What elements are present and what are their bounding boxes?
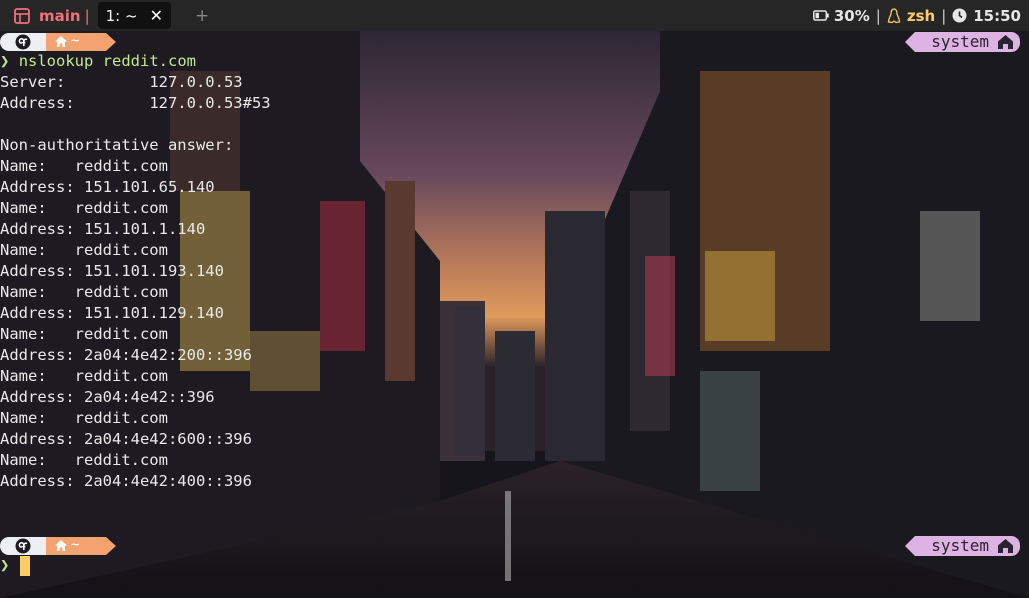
tux-icon — [887, 7, 901, 23]
output-line: Address: 2a04:4e42:200::396 — [0, 346, 252, 364]
output-line: Address: 2a04:4e42:600::396 — [0, 430, 252, 448]
clock-time: 15:50 — [973, 6, 1021, 25]
prompt-chevron: ❯ — [0, 52, 10, 70]
separator: | — [84, 6, 90, 25]
output-line: Address: 2a04:4e42::396 — [0, 388, 215, 406]
dir-segment: ~ — [46, 536, 116, 555]
separator: | — [875, 6, 881, 25]
battery-icon — [812, 10, 829, 21]
output-line: Address: 151.101.129.140 — [0, 304, 224, 322]
output-line: Address: 151.101.1.140 — [0, 220, 206, 238]
output-line: Name: reddit.com — [0, 451, 168, 469]
fedora-icon — [15, 34, 31, 49]
output-line: Address: 2a04:4e42:400::396 — [0, 472, 252, 490]
close-icon[interactable]: ✕ — [150, 6, 163, 25]
output-line: Name: reddit.com — [0, 157, 168, 175]
os-segment — [0, 32, 46, 51]
prompt-bar: ~ system — [0, 31, 1029, 52]
house-icon — [55, 36, 67, 47]
os-segment — [0, 536, 46, 555]
tab-label: 1: ~ — [105, 6, 138, 25]
separator: | — [941, 6, 947, 25]
session-name: main — [39, 6, 81, 25]
dir-label: ~ — [71, 537, 80, 553]
output-line: Name: reddit.com — [0, 325, 168, 343]
terminal-desktop: main | 1: ~ ✕ + 30% | zsh | 15:50 ~ syst… — [0, 0, 1029, 598]
house-icon — [55, 540, 67, 551]
output-line: Server: 127.0.0.53 — [0, 73, 243, 91]
terminal-area[interactable]: ~ system ❯ nslookup reddit.com Server: 1… — [0, 31, 1029, 598]
dir-label: ~ — [71, 33, 80, 49]
grid-icon — [14, 7, 30, 24]
new-tab-button[interactable]: + — [195, 6, 209, 26]
command-line: ❯ nslookup reddit.com — [0, 51, 196, 72]
context-segment: system — [905, 535, 1020, 556]
battery-level: 30% — [833, 6, 870, 25]
output-line: Name: reddit.com — [0, 199, 168, 217]
text-cursor — [20, 556, 30, 576]
input-line[interactable]: ❯ — [0, 555, 9, 576]
context-segment: system — [905, 31, 1020, 52]
dir-segment: ~ — [46, 32, 116, 51]
output-line: Address: 151.101.193.140 — [0, 262, 224, 280]
house-icon — [998, 34, 1013, 49]
command-text: nslookup reddit.com — [18, 52, 196, 70]
session-indicator[interactable]: main | — [0, 0, 90, 31]
context-label: system — [931, 536, 989, 555]
output-line: Name: reddit.com — [0, 283, 168, 301]
context-label: system — [931, 32, 989, 51]
output-line: Address: 127.0.0.53#53 — [0, 94, 271, 112]
output-line: Name: reddit.com — [0, 241, 168, 259]
output-line: Name: reddit.com — [0, 409, 168, 427]
fedora-icon — [15, 538, 31, 553]
status-bar: main | 1: ~ ✕ + 30% | zsh | 15:50 — [0, 0, 1029, 31]
output-line: Name: reddit.com — [0, 367, 168, 385]
output-line: Non-authoritative answer: — [0, 136, 234, 154]
clock-icon — [952, 8, 967, 23]
prompt-chevron: ❯ — [0, 556, 10, 574]
prompt-bar: ~ system — [0, 535, 1029, 556]
shell-name: zsh — [906, 6, 936, 25]
house-icon — [998, 538, 1013, 553]
output-line: Address: 151.101.65.140 — [0, 178, 215, 196]
tab-1[interactable]: 1: ~ ✕ — [97, 2, 171, 29]
